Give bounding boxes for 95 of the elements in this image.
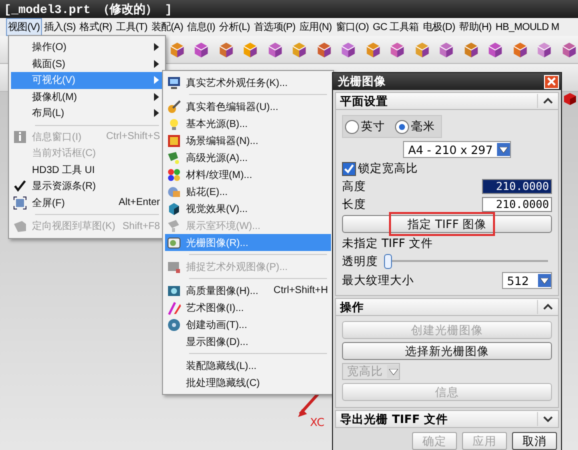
radio-button[interactable]: 毫米 [395,119,435,134]
menu-item[interactable]: 真实艺术外观任务(K)... [165,74,331,91]
input-field[interactable]: 210.0000 [482,179,552,194]
cube-icon[interactable] [535,40,554,60]
menu-item[interactable]: 窗口(O) [334,18,371,36]
menu-item[interactable]: 真实着色编辑器(U)... [165,98,331,115]
brush-icon [167,300,181,314]
cube-icon [167,202,181,216]
dropdown[interactable]: 512 [502,272,552,289]
menu-item[interactable]: 信息(I) [185,18,218,36]
close-icon [547,77,556,86]
menu-item[interactable]: 创建动画(T)... [165,316,331,333]
decal-icon [167,184,181,198]
checkbox[interactable]: 锁定宽高比 [342,161,552,176]
field-label: 长度 [342,197,366,212]
menu-item[interactable]: 批处理隐藏线(C) [165,374,331,391]
menu-item[interactable]: 贴花(E)... [165,183,331,200]
window-title: [_model3.prt （修改的） ] [4,2,172,18]
cube-icon[interactable] [339,40,358,60]
bulb-icon [167,116,181,130]
menu-item[interactable]: 分析(L) [217,18,252,36]
action-button[interactable]: 选择新光栅图像 [342,342,552,360]
menu-item[interactable]: 全屏(F) Alt+Enter [11,194,163,211]
fullscreen-icon [13,196,27,210]
brush-icon [167,100,181,114]
menu-item[interactable]: 视图(V) [6,18,42,36]
menu-item[interactable]: 操作(O) [11,39,163,56]
dropdown-arrow-icon [540,278,549,284]
radio-button[interactable]: 英寸 [345,119,385,134]
input-field[interactable]: 210.0000 [482,197,552,212]
slider-thumb[interactable] [384,254,392,269]
menu-item[interactable]: 电极(D) [420,18,458,36]
axis-label: XC [310,416,324,429]
menu-item[interactable]: 应用(N) [297,18,334,36]
dropdown[interactable]: A4 - 210 x 297 [403,141,511,158]
menu-item[interactable]: 布局(L) [11,105,163,122]
cube-icon[interactable] [314,40,334,60]
menu-item[interactable]: 插入(S) [42,18,78,36]
menu-item[interactable]: 装配(A) [149,18,186,36]
field-label: 高度 [342,179,366,194]
menu-item[interactable]: 显示图像(D)... [165,333,331,350]
section-header[interactable]: 平面设置 [335,92,559,110]
menu-item[interactable]: 首选项(P) [252,18,298,36]
menu-item[interactable]: HB_MOULD M [494,20,562,34]
menu-item[interactable]: 材料/纹理(M)... [165,166,331,183]
cube-icon[interactable] [462,40,480,60]
menu-item[interactable]: 装配隐藏线(L)... [165,357,331,374]
menu-item[interactable]: 视觉效果(V)... [165,200,331,217]
cube-icon[interactable] [412,40,432,60]
cube-icon[interactable] [266,40,284,60]
dropdown-arrow-icon [498,146,508,152]
menu-item[interactable]: 工具(T) [114,18,150,36]
menu-item[interactable]: 帮助(H) [457,18,494,36]
close-button[interactable] [544,74,559,88]
menu-item[interactable]: 场景编辑器(N)... [165,132,331,149]
camera-icon [167,284,181,298]
spheres-icon [167,168,181,182]
cube-icon[interactable] [388,40,407,60]
section-header[interactable]: 操作 [335,298,559,316]
cube-icon[interactable] [290,40,309,60]
menu-item[interactable]: 基本光源(B)... [165,115,331,132]
cube-icon[interactable] [168,40,186,60]
lamp-icon [167,218,181,232]
image-icon [167,236,181,250]
cube-icon[interactable] [437,40,456,60]
cube-icon[interactable] [486,40,505,60]
cube-icon[interactable] [216,40,236,60]
film-reel-icon [167,318,181,332]
cube-icon[interactable] [241,40,260,60]
menu-item[interactable]: GC 工具箱 [370,18,421,36]
dropdown-label: 最大纹理大小 [342,273,414,288]
lamp-icon [167,150,181,164]
dialog-button[interactable]: 取消 [512,432,557,450]
menu-item[interactable]: 截面(S) [11,56,163,72]
slider-label: 透明度 [342,254,378,269]
dialog-title: 光栅图像 [338,74,386,89]
cube-icon[interactable] [192,40,211,60]
section-header[interactable]: 导出光栅 TIFF 文件 [335,410,559,428]
menu-item[interactable]: 格式(R) [78,18,114,36]
dropdown-arrow-icon [388,368,398,374]
cube-icon[interactable] [510,40,530,60]
info-icon [13,130,27,144]
status-text: 未指定 TIFF 文件 [342,236,434,251]
menu-item[interactable]: HD3D 工具 UI [11,162,163,178]
menu-item[interactable]: 摄像机(M) [11,88,163,105]
cube-icon[interactable] [364,40,382,60]
menu-item[interactable]: 艺术图像(I)... [165,299,331,316]
monitor-icon [167,76,181,90]
menu-item[interactable]: 显示资源条(R) [11,178,163,194]
checkmark-icon [344,164,354,174]
menu-item[interactable]: 高级光源(A)... [165,149,331,166]
cube-icon[interactable] [560,40,578,60]
action-button[interactable]: 指定 TIFF 图像 [342,215,552,233]
menu-item[interactable]: 高质量图像(H)... Ctrl+Shift+H [165,282,331,299]
cube-icon[interactable] [563,92,577,106]
